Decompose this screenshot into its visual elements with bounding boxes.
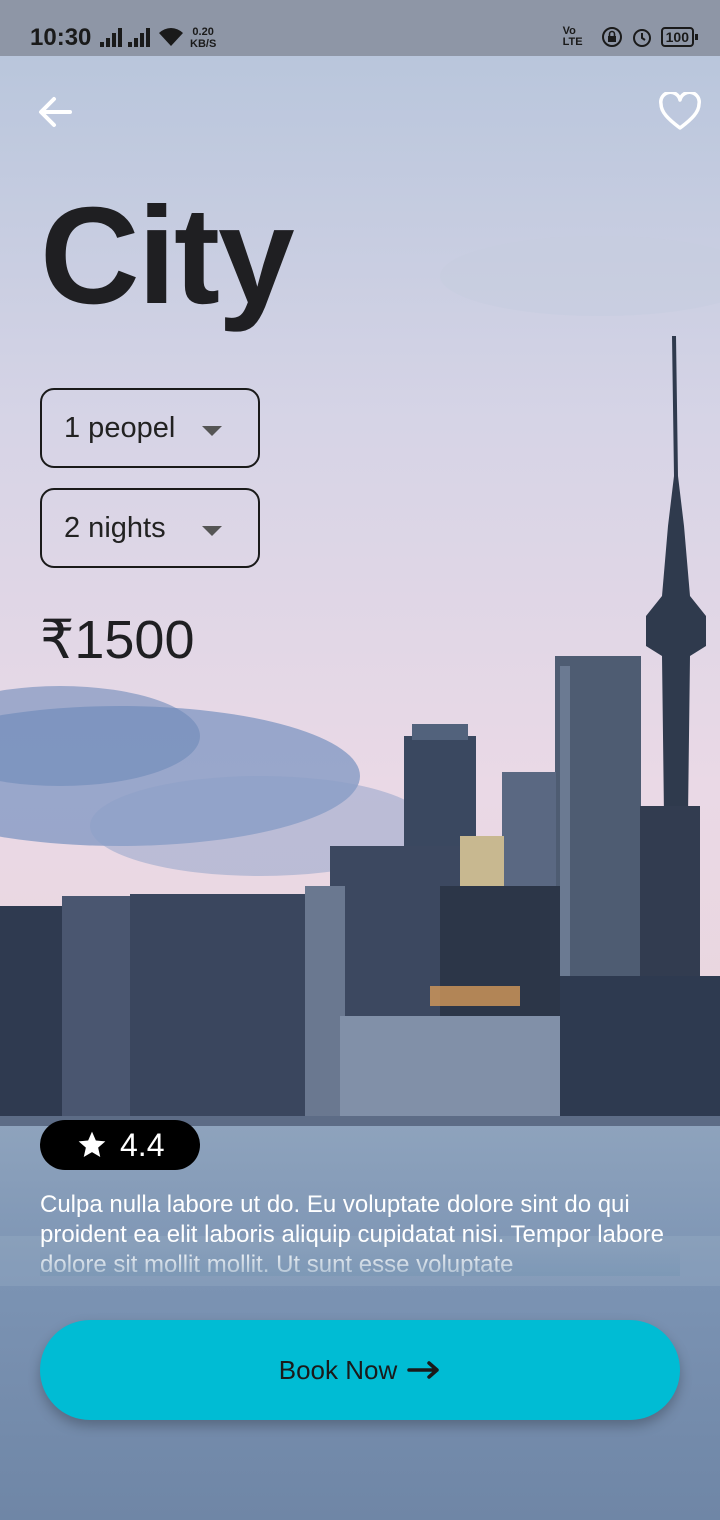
price-label: ₹1500 [40,610,195,670]
alarm-icon [632,29,651,47]
status-time: 10:30 [30,24,92,51]
rotation-lock-icon [601,27,622,47]
status-bar: 10:30 0.20 KB/S Vo LTE 100 [0,0,720,56]
people-dropdown-value: 1 peopel [64,411,176,444]
volte-indicator: Vo LTE [562,25,583,48]
network-speed-unit: KB/S [190,38,217,50]
chevron-down-icon [202,426,222,436]
signal-icon-2 [128,27,158,47]
book-now-button[interactable]: Book Now [40,1320,680,1420]
network-speed: 0.20 KB/S [190,26,216,50]
back-arrow-icon[interactable] [36,92,76,132]
rating-value: 4.4 [120,1126,165,1163]
people-dropdown[interactable]: 1 peopel [40,388,260,468]
network-speed-value: 0.20 [192,26,214,38]
chevron-down-icon [202,526,222,536]
place-title: City [40,179,295,333]
battery-indicator: 100 [660,27,699,47]
rating-badge: 4.4 [40,1120,200,1170]
book-now-label: Book Now [278,1354,398,1385]
nights-dropdown[interactable]: 2 nights [40,488,260,568]
heart-outline-icon[interactable] [658,92,702,132]
wifi-icon [159,28,183,46]
description-text: Culpa nulla labore ut do. Eu voluptate d… [40,1190,680,1276]
nights-dropdown-value: 2 nights [64,511,166,544]
arrow-right-icon [407,1361,439,1379]
star-icon [78,1131,106,1157]
signal-icon [100,27,130,47]
